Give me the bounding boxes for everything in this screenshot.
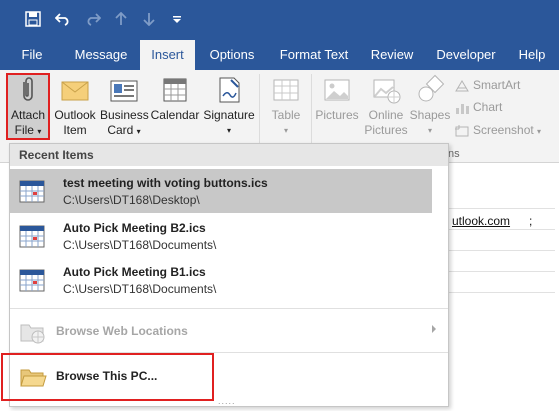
recent-item-path: C:\Users\DT168\Documents\ (63, 238, 217, 252)
recipient-email[interactable]: utlook.com (452, 214, 510, 228)
attach-file-button[interactable]: Attach File ▾ (8, 74, 48, 139)
chevron-down-icon: ▾ (537, 127, 542, 136)
table-label: Table (271, 108, 301, 122)
business-card-label-1: Business (100, 108, 149, 122)
down-arrow-icon[interactable] (138, 8, 160, 30)
online-pictures-button[interactable]: Online Pictures (362, 74, 410, 138)
recent-item-path: C:\Users\DT168\Desktop\ (63, 193, 200, 207)
tab-help[interactable]: Help (510, 40, 554, 70)
envelope-icon (59, 74, 91, 106)
recent-item-path: C:\Users\DT168\Documents\ (63, 282, 217, 296)
smartart-button[interactable]: SmartArt (454, 76, 520, 94)
chart-label: Chart (473, 100, 503, 114)
smartart-label: SmartArt (473, 78, 521, 92)
signature-icon (213, 74, 245, 106)
recent-item[interactable]: Auto Pick Meeting B2.ics C:\Users\DT168\… (10, 214, 432, 258)
signature-label: Signature (203, 108, 255, 122)
recent-item-name: Auto Pick Meeting B1.ics (63, 265, 206, 279)
shapes-icon (414, 74, 446, 106)
ribbon-separator (259, 74, 260, 154)
signature-button[interactable]: Signature ▾ (202, 74, 256, 138)
tab-file[interactable]: File (14, 40, 50, 70)
online-pictures-label-1: Online (368, 108, 404, 122)
business-card-icon (108, 74, 140, 106)
ribbon-tabs: File Message Insert Options Format Text … (0, 40, 559, 70)
tab-format-text[interactable]: Format Text (272, 40, 356, 70)
outlook-item-button[interactable]: Outlook Item (52, 74, 98, 138)
tab-message[interactable]: Message (66, 40, 136, 70)
chevron-down-icon: ▾ (37, 127, 42, 136)
recent-item-name: test meeting with voting buttons.ics (63, 176, 268, 190)
outlook-item-label-1: Outlook (54, 108, 96, 122)
tab-developer[interactable]: Developer (430, 40, 502, 70)
browse-web-locations-item[interactable]: Browse Web Locations (10, 313, 448, 351)
up-arrow-icon[interactable] (110, 8, 132, 30)
smartart-icon (454, 79, 470, 93)
calendar-file-icon (19, 268, 45, 292)
chevron-right-icon (432, 325, 436, 333)
customize-icon[interactable] (166, 8, 188, 30)
tab-review[interactable]: Review (364, 40, 420, 70)
picture-icon (321, 74, 353, 106)
calendar-button[interactable]: Calendar (150, 74, 200, 123)
recent-items-header: Recent Items (10, 144, 448, 166)
outlook-item-label-2: Item (63, 123, 87, 137)
table-button[interactable]: Table ▾ (264, 74, 308, 138)
chevron-down-icon: ▾ (136, 127, 141, 136)
screenshot-label: Screenshot (473, 123, 534, 137)
chart-button[interactable]: Chart (454, 98, 502, 116)
recent-items-title: Recent Items (19, 148, 94, 162)
table-icon (270, 74, 302, 106)
tab-insert[interactable]: Insert (140, 40, 195, 70)
title-bar (0, 0, 559, 40)
online-pictures-label-2: Pictures (364, 123, 408, 137)
save-icon[interactable] (22, 8, 44, 30)
business-card-label-2: Card (107, 123, 134, 137)
redo-icon[interactable] (82, 8, 104, 30)
attach-file-label-2: File (14, 123, 34, 137)
undo-icon[interactable] (52, 8, 74, 30)
shapes-label: Shapes (409, 108, 451, 122)
ribbon-separator (311, 74, 312, 154)
calendar-file-icon (19, 224, 45, 248)
menu-separator (10, 308, 448, 309)
paperclip-icon (12, 74, 44, 106)
chevron-down-icon: ▾ (226, 126, 231, 135)
screenshot-icon (454, 124, 470, 138)
tab-options[interactable]: Options (200, 40, 264, 70)
browse-this-pc-highlight (1, 353, 214, 401)
attach-file-label-1: Attach (10, 108, 46, 122)
calendar-label: Calendar (150, 108, 200, 122)
browse-web-locations-label: Browse Web Locations (56, 324, 188, 338)
calendar-file-icon (19, 179, 45, 203)
recipient-separator: ; (529, 214, 533, 228)
ribbon-group-label: ns (448, 148, 460, 160)
globe-folder-icon (19, 319, 47, 345)
online-picture-icon (370, 74, 402, 106)
recent-item[interactable]: Auto Pick Meeting B1.ics C:\Users\DT168\… (10, 258, 432, 302)
business-card-button[interactable]: Business Card ▾ (100, 74, 149, 139)
recent-item-name: Auto Pick Meeting B2.ics (63, 221, 206, 235)
calendar-icon (159, 74, 191, 106)
recent-item[interactable]: test meeting with voting buttons.ics C:\… (10, 169, 432, 213)
chevron-down-icon: ▾ (427, 126, 432, 135)
pictures-button[interactable]: Pictures (314, 74, 360, 123)
shapes-button[interactable]: Shapes ▾ (408, 74, 452, 138)
chevron-down-icon: ▾ (283, 126, 288, 135)
chart-icon (454, 101, 470, 115)
screenshot-button[interactable]: Screenshot ▾ (454, 121, 541, 139)
resize-grip[interactable]: ..... (218, 396, 236, 406)
pictures-label: Pictures (315, 108, 359, 122)
